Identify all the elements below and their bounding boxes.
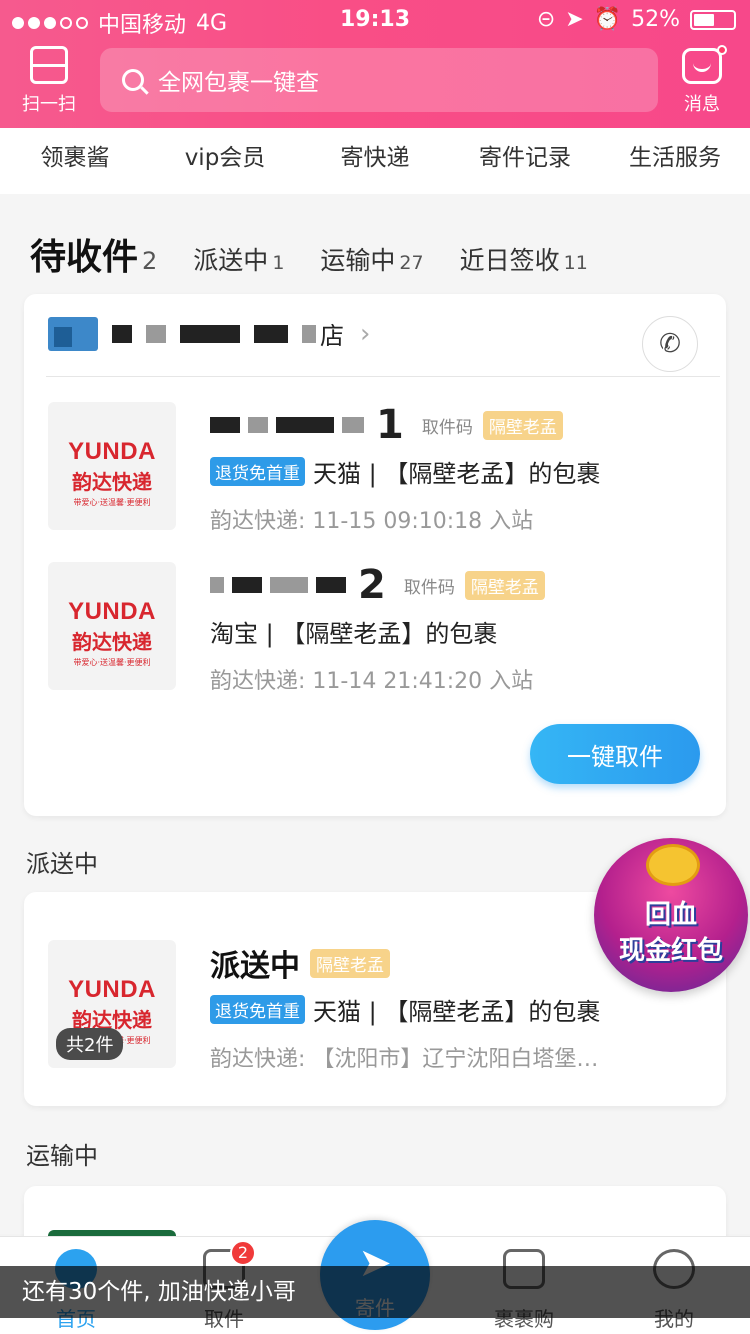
station-name-suffix: 店 [320,322,344,350]
package-status: 韵达快递: 11-15 09:10:18 入站 [210,509,534,534]
pickup-code: 1 [210,402,404,448]
tab-recently-signed[interactable]: 近日签收 11 [460,241,588,277]
chevron-right-icon: › [360,318,371,349]
search-bar[interactable]: 全网包裹一键查 [100,48,658,112]
divider [46,376,720,377]
package-item[interactable]: YUNDA 韵达快递 带爱心·送温馨·更便利 2 取件码 隔壁老孟 淘宝 | 【… [48,562,708,694]
quick-nav: 领裹酱 vip会员 寄快递 寄件记录 生活服务 [0,128,750,194]
section-title-in-transit: 运输中 [26,1142,98,1170]
tab-in-transit[interactable]: 运输中 27 [320,241,423,277]
recipient-tag: 隔壁老孟 [482,410,563,440]
pickup-code-label: 取件码 [403,577,455,598]
pickup-card: 店 › ✆ YUNDA 韵达快递 带爱心·送温馨·更便利 1 取件码 隔壁老孟 [24,294,726,816]
package-status: 韵达快递: 11-14 21:41:20 入站 [210,669,534,694]
nav-item-send-records[interactable]: 寄件记录 [450,128,600,194]
courier-logo: YUNDA 韵达快递 带爱心·送温馨·更便利 [48,562,176,690]
rotation-lock-icon: ⊝ [536,7,556,32]
package-status: 韵达快递: 【沈阳市】辽宁沈阳白塔堡… [210,1047,599,1072]
package-item[interactable]: YUNDA 韵达快递 带爱心·送温馨·更便利 1 取件码 隔壁老孟 退货免首重 … [48,402,708,534]
message-icon [682,45,727,84]
return-badge: 退货免首重 [210,457,305,486]
phone-icon: ✆ [659,329,681,359]
battery-percent: 52% [631,7,680,32]
recipient-tag: 隔壁老孟 [310,948,390,978]
coin-icon [646,844,700,886]
tab-pending-pickup[interactable]: 待收件 2 [30,228,157,280]
toast-message: 还有30个件, 加油快递小哥 [0,1266,750,1318]
one-key-pickup-button[interactable]: 一键取件 [530,724,700,784]
nav-item-send-express[interactable]: 寄快递 [300,128,450,194]
search-icon [122,69,144,91]
status-bar: 中国移动 4G 19:13 ⊝ ➤ ⏰ 52% [0,0,750,40]
location-icon: ➤ [565,7,584,32]
package-source: 淘宝 | 【隔壁老孟】的包裹 [210,620,498,648]
package-count-pill: 共2件 [56,1028,124,1060]
messages-label: 消息 [684,94,720,115]
nav-item-vip[interactable]: vip会员 [150,128,300,194]
battery-icon [690,9,736,30]
phone-call-button[interactable]: ✆ [642,316,698,372]
cash-red-packet-promo[interactable]: 回血 现金红包 [594,838,748,992]
courier-logo: YUNDA 韵达快递 带爱心·送温馨·更便利 共2件 [48,940,176,1068]
tab-delivering[interactable]: 派送中 1 [193,241,284,277]
section-title-delivering: 派送中 [26,850,98,878]
delivery-status-title: 派送中 [210,949,300,984]
station-logo [48,316,98,351]
return-badge: 退货免首重 [210,995,305,1024]
messages-button[interactable]: 消息 [670,44,734,116]
nav-item-life-services[interactable]: 生活服务 [600,128,750,194]
station-header[interactable]: 店 › [48,316,370,351]
scan-label: 扫一扫 [22,94,76,115]
package-tabs: 待收件 2 派送中 1 运输中 27 近日签收 11 [30,228,624,280]
scan-button[interactable]: 扫一扫 [14,44,84,116]
recipient-tag: 隔壁老孟 [464,570,545,600]
package-source: 天猫 | 【隔壁老孟】的包裹 [313,460,601,488]
courier-logo: YUNDA 韵达快递 带爱心·送温馨·更便利 [48,402,176,530]
pickup-code: 2 [210,562,386,608]
alarm-icon: ⏰ [593,7,622,32]
search-placeholder: 全网包裹一键查 [158,70,319,96]
package-source: 天猫 | 【隔壁老孟】的包裹 [313,998,601,1026]
pickup-badge: 2 [230,1240,256,1266]
pickup-code-label: 取件码 [421,417,473,438]
nav-item-lingguojiang[interactable]: 领裹酱 [0,128,150,194]
scan-icon [30,46,68,84]
app-header: 中国移动 4G 19:13 ⊝ ➤ ⏰ 52% 扫一扫 全网包裹一键查 消息 [0,0,750,128]
